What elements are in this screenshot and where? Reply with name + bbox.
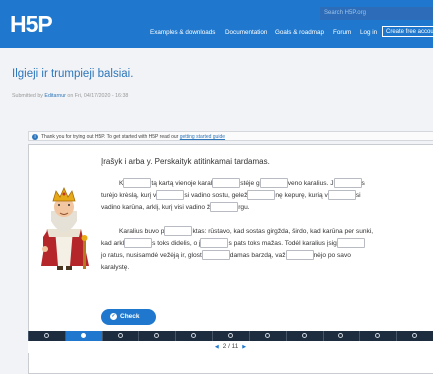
gap-input[interactable] (336, 238, 365, 249)
gap-input[interactable] (123, 178, 152, 189)
gap-input[interactable] (156, 190, 185, 201)
site-header: H5P Search H5P.org Examples & downloads … (0, 0, 433, 48)
submitted-date: on Fri, 04/17/2020 - 16:38 (67, 93, 129, 99)
search-input[interactable]: Search H5P.org (320, 7, 433, 20)
gap-input[interactable] (247, 190, 276, 201)
screen: H5P Search H5P.org Examples & downloads … (0, 0, 433, 374)
check-icon: ✓ (110, 312, 117, 320)
p1-line2: turėjo krėslą, kurį v si vadino sostu, ge… (101, 190, 361, 201)
info-icon: i (32, 133, 38, 140)
slide-dot[interactable] (359, 331, 396, 341)
gap-input[interactable] (124, 238, 153, 249)
slide-dot[interactable] (175, 331, 212, 341)
submitted-line: Submitted by Editarnur on Fri, 04/17/202… (12, 93, 128, 99)
p2-line4: karalystę. (101, 264, 130, 271)
info-notice: i Thank you for trying out H5P. To get st… (28, 131, 433, 141)
dot-icon (80, 333, 86, 338)
slide-dot[interactable] (101, 331, 139, 341)
task-title: Įrašyk i arba y. Perskaityk atitinkamai … (101, 157, 270, 166)
p1-line1: Ktą kartą vienoje karal stėje g veno karal… (119, 178, 365, 189)
slide-dot[interactable] (212, 331, 249, 341)
dot-icon (154, 333, 160, 338)
next-slide-icon[interactable]: ▶ (242, 344, 246, 350)
p2-line2: kad arkl s toks didelis, o js pats toks m… (101, 238, 365, 250)
slide-pager: ◀ 2 / 11 ▶ (28, 341, 433, 353)
nav-login[interactable]: Log in (360, 29, 377, 36)
nav-examples[interactable]: Examples & downloads (150, 29, 215, 36)
king-illustration (41, 187, 89, 270)
slide-progress-bar (28, 331, 433, 341)
slide-dot[interactable] (396, 331, 433, 341)
gap-input[interactable] (212, 178, 241, 189)
check-button[interactable]: ✓ Check (101, 309, 156, 325)
slide-dot[interactable] (285, 331, 323, 341)
dot-icon (43, 333, 49, 338)
slide-dot[interactable] (322, 331, 360, 341)
notice-text: Thank you for trying out H5P. To get sta… (41, 134, 179, 140)
dot-icon (412, 333, 418, 338)
gap-input[interactable] (333, 178, 362, 189)
author-link[interactable]: Editarnur (44, 93, 66, 99)
slide-dot[interactable] (138, 331, 175, 341)
dot-icon (117, 333, 123, 338)
p2-line1: Karalius buvo p ktas: rūstavo, kad sostas… (119, 226, 374, 237)
p1-line3: vadino karūna, arklį, kurį visi vadino ž… (101, 202, 250, 213)
h5p-logo[interactable]: H5P (10, 11, 53, 38)
page-title: Ilgieji ir trumpieji balsiai. (12, 68, 134, 80)
nav-forum[interactable]: Forum (333, 29, 351, 36)
gap-input[interactable] (327, 190, 356, 201)
slide-dot[interactable] (28, 331, 65, 341)
dot-icon (375, 333, 381, 338)
dot-icon (227, 333, 233, 338)
submitted-prefix: Submitted by (12, 93, 43, 99)
gap-input[interactable] (164, 226, 193, 237)
create-account-button[interactable]: Create free account (382, 26, 433, 37)
slide-dot[interactable] (64, 331, 102, 341)
check-label: Check (120, 313, 140, 320)
previous-slide-icon[interactable]: ◀ (215, 344, 219, 350)
getting-started-link[interactable]: getting started guide (180, 134, 225, 140)
slide-counter: 2 / 11 (222, 343, 239, 350)
gap-input[interactable] (200, 238, 229, 249)
dot-icon (264, 333, 270, 338)
page-body: Ilgieji ir trumpieji balsiai. Submitted … (0, 48, 433, 374)
slide-dot[interactable] (248, 331, 286, 341)
dot-icon (301, 333, 307, 338)
nav-documentation[interactable]: Documentation (225, 29, 267, 36)
nav-goals-roadmap[interactable]: Goals & roadmap (275, 29, 324, 36)
dot-icon (191, 333, 197, 338)
p2-line3: jo ratus, nusisamdė vežėją ir, glost dama… (101, 250, 351, 261)
gap-input[interactable] (210, 202, 239, 213)
gap-input[interactable] (201, 250, 230, 261)
gap-input[interactable] (259, 178, 288, 189)
dot-icon (338, 333, 344, 338)
gap-input[interactable] (285, 250, 314, 261)
